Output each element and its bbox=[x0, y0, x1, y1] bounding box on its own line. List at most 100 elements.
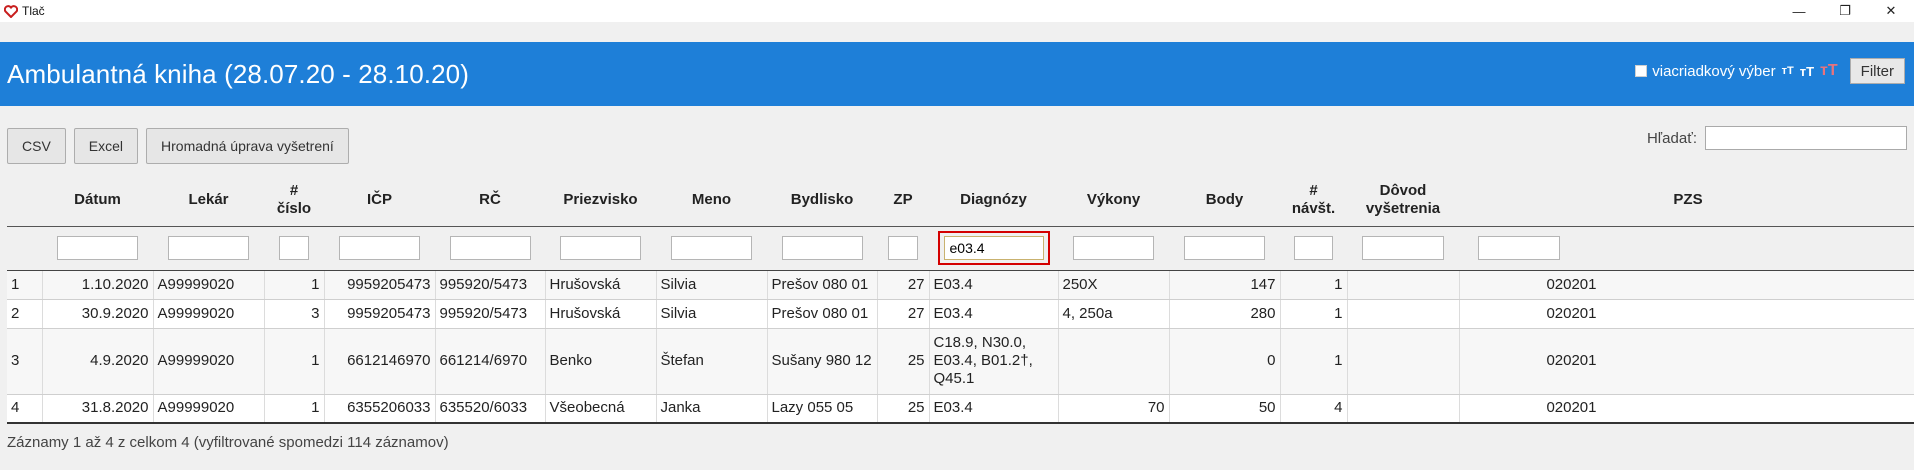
col-header-diagnozy[interactable]: Diagnózy bbox=[929, 174, 1058, 227]
col-header-index[interactable] bbox=[7, 174, 42, 227]
cell-cislo: 1 bbox=[264, 270, 325, 300]
col-header-navst[interactable]: # návšt. bbox=[1280, 174, 1347, 227]
filter-zp-input[interactable] bbox=[888, 236, 918, 260]
window-title: Tlač bbox=[22, 4, 45, 18]
filter-pzs-input[interactable] bbox=[1478, 236, 1560, 260]
filter-priezvisko-input[interactable] bbox=[560, 236, 641, 260]
cell-cislo: 1 bbox=[264, 328, 325, 395]
close-icon[interactable]: ✕ bbox=[1868, 0, 1914, 22]
cell-datum: 1.10.2020 bbox=[42, 270, 154, 300]
cell-meno: Silvia bbox=[656, 299, 768, 329]
table-row[interactable]: 3 4.9.2020 A99999020 1 6612146970 661214… bbox=[7, 328, 1914, 395]
font-size-large-icon[interactable]: ᴛT bbox=[1820, 63, 1838, 79]
restore-icon[interactable]: ❐ bbox=[1822, 0, 1868, 22]
multi-select-checkbox[interactable] bbox=[1635, 65, 1648, 77]
window-titlebar: Tlač — ❐ ✕ bbox=[0, 0, 1914, 22]
cell-datum: 4.9.2020 bbox=[42, 328, 154, 395]
cell-body: 280 bbox=[1169, 299, 1281, 329]
cell-icp: 6612146970 bbox=[324, 328, 436, 395]
col-header-datum[interactable]: Dátum bbox=[42, 174, 153, 227]
filter-body-input[interactable] bbox=[1184, 236, 1265, 260]
cell-diagnozy: C18.9, N30.0, E03.4, B01.2†, Q45.1 bbox=[929, 328, 1059, 395]
cell-icp: 6355206033 bbox=[324, 394, 436, 424]
cell-pzs: 020201 bbox=[1459, 394, 1914, 424]
filter-lekar-input[interactable] bbox=[168, 236, 249, 260]
table-row[interactable]: 2 30.9.2020 A99999020 3 9959205473 99592… bbox=[7, 299, 1914, 329]
col-header-bydlisko[interactable]: Bydlisko bbox=[767, 174, 877, 227]
cell-lekar: A99999020 bbox=[153, 328, 265, 395]
cell-rc: 995920/5473 bbox=[435, 270, 546, 300]
page-title: Ambulantná kniha (28.07.20 - 28.10.20) bbox=[7, 59, 469, 89]
filter-diagnozy-input[interactable] bbox=[943, 236, 1044, 260]
col-header-cislo[interactable]: # číslo bbox=[264, 174, 324, 227]
cell-bydlisko: Lazy 055 05 bbox=[767, 394, 878, 424]
filter-rc-input[interactable] bbox=[449, 236, 531, 260]
records-info: Záznamy 1 až 4 z celkom 4 (vyfiltrované … bbox=[7, 434, 449, 451]
table-row[interactable]: 1 1.10.2020 A99999020 1 9959205473 99592… bbox=[7, 270, 1914, 300]
filter-bydlisko-input[interactable] bbox=[781, 236, 863, 260]
cell-bydlisko: Prešov 080 01 bbox=[767, 299, 878, 329]
excel-button[interactable]: Excel bbox=[73, 128, 139, 164]
cell-lekar: A99999020 bbox=[153, 299, 265, 329]
cell-zp: 25 bbox=[877, 394, 930, 424]
heart-app-icon bbox=[3, 3, 19, 19]
font-size-small-icon[interactable]: ᴛT bbox=[1782, 65, 1794, 77]
cell-rc: 995920/5473 bbox=[435, 299, 546, 329]
csv-button[interactable]: CSV bbox=[7, 128, 66, 164]
table-row[interactable]: 4 31.8.2020 A99999020 1 6355206033 63552… bbox=[7, 394, 1914, 424]
search-input[interactable] bbox=[1705, 126, 1907, 150]
cell-priezvisko: Všeobecná bbox=[545, 394, 657, 424]
cell-navst: 1 bbox=[1280, 328, 1348, 395]
cell-diagnozy: E03.4 bbox=[929, 299, 1059, 329]
cell-diagnozy: E03.4 bbox=[929, 270, 1059, 300]
col-header-priezvisko[interactable]: Priezvisko bbox=[545, 174, 656, 227]
filter-vykony-input[interactable] bbox=[1073, 236, 1154, 260]
col-header-pzs[interactable]: PZS bbox=[1459, 174, 1914, 227]
cell-zp: 27 bbox=[877, 270, 930, 300]
cell-navst: 4 bbox=[1280, 394, 1348, 424]
col-header-lekar[interactable]: Lekár bbox=[153, 174, 264, 227]
cell-bydlisko: Sušany 980 12 bbox=[767, 328, 878, 395]
filter-icp-input[interactable] bbox=[339, 236, 420, 260]
col-header-vykony[interactable]: Výkony bbox=[1058, 174, 1169, 227]
col-header-meno[interactable]: Meno bbox=[656, 174, 767, 227]
font-size-medium-icon[interactable]: ᴛT bbox=[1800, 65, 1814, 78]
col-header-zp[interactable]: ZP bbox=[877, 174, 929, 227]
cell-navst: 1 bbox=[1280, 299, 1348, 329]
cell-icp: 9959205473 bbox=[324, 299, 436, 329]
diagnosis-filter-highlight bbox=[937, 231, 1050, 265]
col-header-icp[interactable]: IČP bbox=[324, 174, 435, 227]
cell-cislo: 1 bbox=[264, 394, 325, 424]
filter-navst-input[interactable] bbox=[1294, 236, 1333, 260]
minimize-icon[interactable]: — bbox=[1776, 0, 1822, 22]
bulk-edit-button[interactable]: Hromadná úprava vyšetrení bbox=[146, 128, 349, 164]
row-index: 4 bbox=[7, 394, 43, 424]
cell-pzs: 020201 bbox=[1459, 299, 1914, 329]
cell-body: 147 bbox=[1169, 270, 1281, 300]
row-index: 2 bbox=[7, 299, 43, 329]
cell-priezvisko: Hrušovská bbox=[545, 270, 657, 300]
cell-datum: 30.9.2020 bbox=[42, 299, 154, 329]
cell-dovod bbox=[1347, 328, 1460, 395]
ambulance-book-table: Dátum Lekár # číslo IČP RČ Priezvisko Men… bbox=[7, 174, 1914, 424]
filter-datum-input[interactable] bbox=[57, 236, 138, 260]
filter-dovod-input[interactable] bbox=[1362, 236, 1444, 260]
col-header-body[interactable]: Body bbox=[1169, 174, 1280, 227]
filter-meno-input[interactable] bbox=[671, 236, 752, 260]
filter-cislo-input[interactable] bbox=[279, 236, 309, 260]
cell-bydlisko: Prešov 080 01 bbox=[767, 270, 878, 300]
row-index: 3 bbox=[7, 328, 43, 395]
page-header: Ambulantná kniha (28.07.20 - 28.10.20) v… bbox=[0, 42, 1914, 106]
cell-cislo: 3 bbox=[264, 299, 325, 329]
cell-zp: 25 bbox=[877, 328, 930, 395]
cell-dovod bbox=[1347, 299, 1460, 329]
col-header-rc[interactable]: RČ bbox=[435, 174, 545, 227]
filter-button[interactable]: Filter bbox=[1849, 58, 1905, 84]
cell-priezvisko: Benko bbox=[545, 328, 657, 395]
col-header-dovod[interactable]: Dôvod vyšetrenia bbox=[1347, 174, 1459, 227]
cell-body: 50 bbox=[1169, 394, 1281, 424]
cell-navst: 1 bbox=[1280, 270, 1348, 300]
cell-vykony: 4, 250a bbox=[1058, 299, 1170, 329]
cell-body: 0 bbox=[1169, 328, 1281, 395]
cell-zp: 27 bbox=[877, 299, 930, 329]
